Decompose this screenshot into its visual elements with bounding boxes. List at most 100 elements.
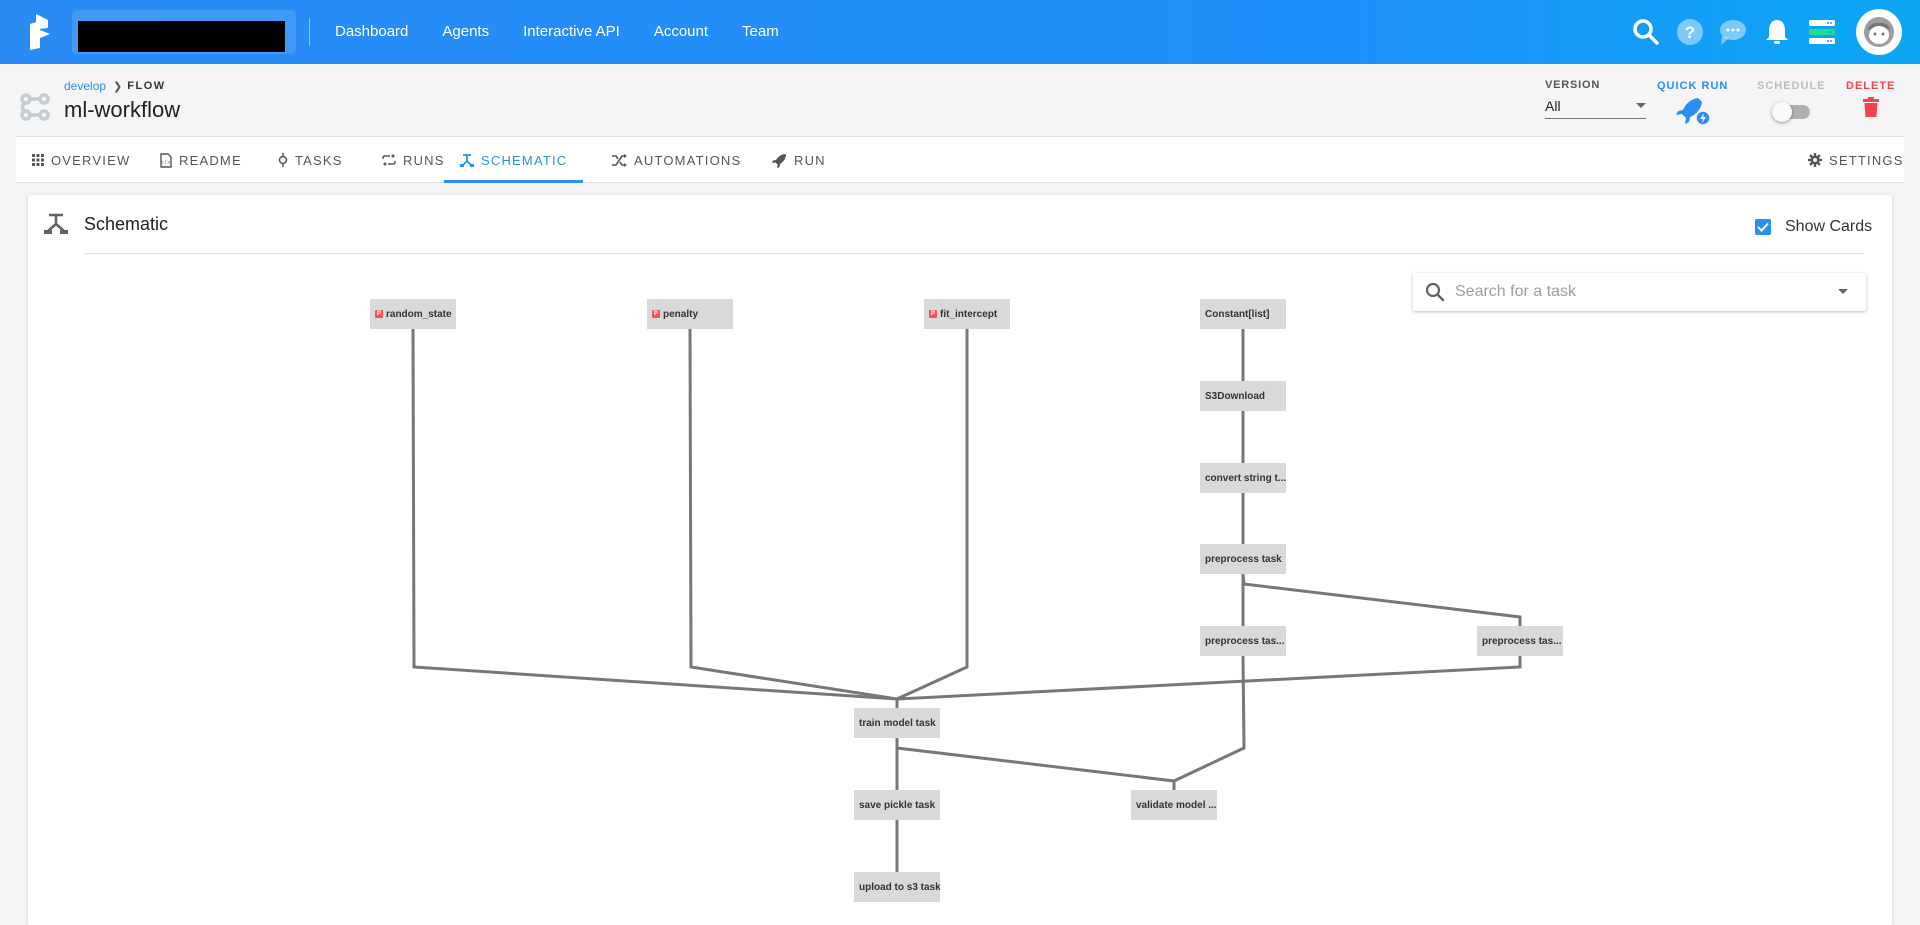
task-node-label: preprocess tas... <box>1205 635 1285 647</box>
shuffle-icon <box>612 153 627 167</box>
rocket-icon <box>1675 98 1710 126</box>
search-icon <box>1425 282 1445 302</box>
task-node-label: penalty <box>663 308 699 320</box>
runs-icon <box>382 154 396 166</box>
tab-schematic[interactable]: SCHEMATIC <box>444 137 584 183</box>
page-title: ml-workflow <box>64 97 181 122</box>
nav-dashboard[interactable]: Dashboard <box>318 0 425 64</box>
schedule-switch[interactable] <box>1772 102 1811 122</box>
nav-account[interactable]: Account <box>637 0 725 64</box>
task-node-constant_list[interactable]: Constant[list] <box>1200 299 1286 329</box>
tab-bar: OVERVIEW </> README TASKS RUNS SCHEMATIC… <box>16 136 1904 183</box>
tab-overview[interactable]: OVERVIEW <box>16 137 146 183</box>
tab-automations[interactable]: AUTOMATIONS <box>596 137 757 183</box>
task-node-preprocess[interactable]: preprocess task <box>1200 544 1286 574</box>
task-search-input[interactable] <box>1455 283 1835 301</box>
nav-interactive-api[interactable]: Interactive API <box>506 0 637 64</box>
team-name-redacted <box>78 21 285 52</box>
task-icon <box>278 153 288 167</box>
tab-run[interactable]: RUN <box>756 137 842 183</box>
tab-tasks[interactable]: TASKS <box>262 137 359 183</box>
quick-run-button[interactable]: QUICK RUN <box>1657 80 1728 126</box>
tab-label: RUN <box>794 152 826 168</box>
version-label: VERSION <box>1545 79 1601 91</box>
nav-agents[interactable]: Agents <box>425 0 506 64</box>
app-bar: Dashboard Agents Interactive API Account… <box>0 0 1920 64</box>
quick-run-label: QUICK RUN <box>1657 80 1729 92</box>
breadcrumb-current: FLOW <box>127 80 166 92</box>
tab-readme[interactable]: </> README <box>144 137 258 183</box>
server-icon[interactable] <box>1806 16 1838 48</box>
task-node-train[interactable]: train model task <box>854 708 940 738</box>
readme-icon: </> <box>160 152 172 168</box>
version-value: All <box>1545 97 1561 114</box>
task-node-s3download[interactable]: S3Download <box>1200 381 1286 411</box>
task-node-label: convert string t... <box>1205 472 1286 484</box>
settings-tab[interactable]: SETTINGS <box>1792 137 1920 183</box>
tab-label: AUTOMATIONS <box>634 152 742 168</box>
search-icon[interactable] <box>1630 16 1662 48</box>
tab-label: RUNS <box>403 152 445 168</box>
svg-text:</>: </> <box>161 160 172 166</box>
parameter-icon: P <box>929 310 937 318</box>
schematic-icon <box>44 213 68 234</box>
panel-title: Schematic <box>84 214 169 234</box>
caret-down-icon[interactable] <box>1838 289 1848 294</box>
tab-label: SCHEMATIC <box>481 152 568 168</box>
breadcrumb-project-link[interactable]: develop <box>64 79 106 93</box>
task-node-label: Constant[list] <box>1205 308 1270 320</box>
prefect-logo[interactable] <box>28 12 56 52</box>
task-search[interactable] <box>1413 273 1866 311</box>
version-select[interactable]: VERSION All <box>1545 79 1646 119</box>
rocket-icon <box>772 153 786 168</box>
task-node-fit_intercept[interactable]: Pfit_intercept <box>924 299 1010 329</box>
bell-icon[interactable] <box>1761 16 1793 48</box>
show-cards-checkbox[interactable]: Show Cards <box>1755 218 1872 236</box>
task-node-random_state[interactable]: Prandom_state <box>370 299 456 329</box>
task-node-label: save pickle task <box>859 799 936 811</box>
task-node-penalty[interactable]: Ppenalty <box>647 299 733 329</box>
parameter-icon: P <box>375 310 383 318</box>
task-node-label: fit_intercept <box>940 308 998 320</box>
task-node-label: random_state <box>386 308 452 320</box>
main-nav: Dashboard Agents Interactive API Account… <box>318 0 796 64</box>
caret-down-icon <box>1636 103 1646 108</box>
parameter-icon: P <box>652 310 660 318</box>
avatar[interactable] <box>1856 9 1902 55</box>
chevron-right-icon: ❯ <box>113 80 123 93</box>
task-node-upload[interactable]: upload to s3 task <box>854 872 940 902</box>
task-node-label: preprocess tas... <box>1482 635 1562 647</box>
task-node-preprocess2[interactable]: preprocess tas... <box>1200 626 1286 656</box>
settings-label: SETTINGS <box>1829 152 1904 168</box>
schedule-toggle[interactable]: SCHEDULE <box>1757 80 1826 122</box>
breadcrumb: develop ❯ FLOW <box>64 79 166 93</box>
task-node-label: S3Download <box>1205 390 1266 402</box>
tab-label: OVERVIEW <box>51 152 131 168</box>
trash-icon <box>1862 97 1879 117</box>
task-node-label: upload to s3 task <box>859 881 940 893</box>
task-node-save_pickle[interactable]: save pickle task <box>854 790 940 820</box>
user-face-icon <box>1864 17 1894 47</box>
checkbox-checked-icon[interactable] <box>1755 219 1771 235</box>
schedule-label: SCHEDULE <box>1757 80 1826 92</box>
chat-icon[interactable] <box>1717 16 1749 48</box>
gear-icon <box>1808 153 1822 167</box>
nav-team[interactable]: Team <box>725 0 796 64</box>
tab-label: README <box>179 152 242 168</box>
task-node-label: train model task <box>859 717 936 729</box>
flow-icon <box>20 93 50 121</box>
divider <box>84 253 1864 254</box>
delete-label: DELETE <box>1846 80 1896 92</box>
delete-button[interactable]: DELETE <box>1846 80 1895 117</box>
show-cards-label: Show Cards <box>1785 218 1873 235</box>
help-icon[interactable]: ? <box>1674 16 1706 48</box>
svg-text:?: ? <box>1685 23 1695 42</box>
team-selector[interactable] <box>72 10 296 54</box>
task-node-convert[interactable]: convert string t... <box>1200 463 1286 493</box>
task-node-label: validate model ... <box>1136 799 1217 811</box>
divider <box>309 18 310 46</box>
task-node-preprocess3[interactable]: preprocess tas... <box>1477 626 1563 656</box>
task-node-label: preprocess task <box>1205 553 1282 565</box>
task-node-validate[interactable]: validate model ... <box>1131 790 1217 820</box>
tab-label: TASKS <box>295 152 343 168</box>
